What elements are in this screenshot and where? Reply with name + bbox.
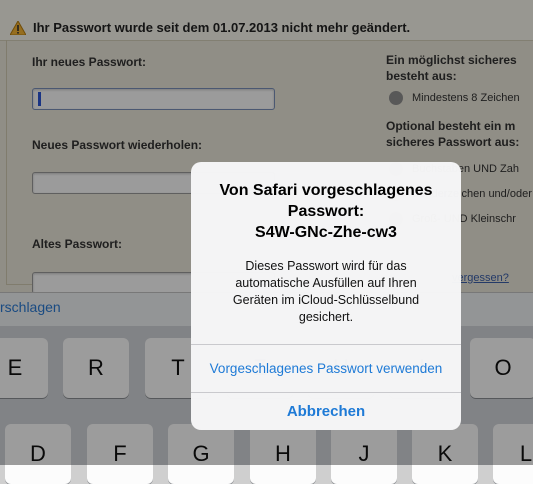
- alert-title: Von Safari vorgeschlagenes Passwort: S4W…: [191, 180, 461, 243]
- alert-title-line1: Von Safari vorgeschlagenes: [219, 182, 433, 199]
- suggested-password-text: S4W-GNc-Zhe-cw3: [255, 224, 397, 241]
- use-suggested-password-button[interactable]: Vorgeschlagenes Passwort verwenden: [191, 344, 461, 392]
- alert-message: Dieses Passwort wird für das automatisch…: [232, 259, 420, 324]
- suggested-password-alert: Von Safari vorgeschlagenes Passwort: S4W…: [191, 162, 461, 430]
- alert-title-line2: Passwort:: [287, 203, 365, 220]
- cancel-button[interactable]: Abbrechen: [191, 393, 461, 430]
